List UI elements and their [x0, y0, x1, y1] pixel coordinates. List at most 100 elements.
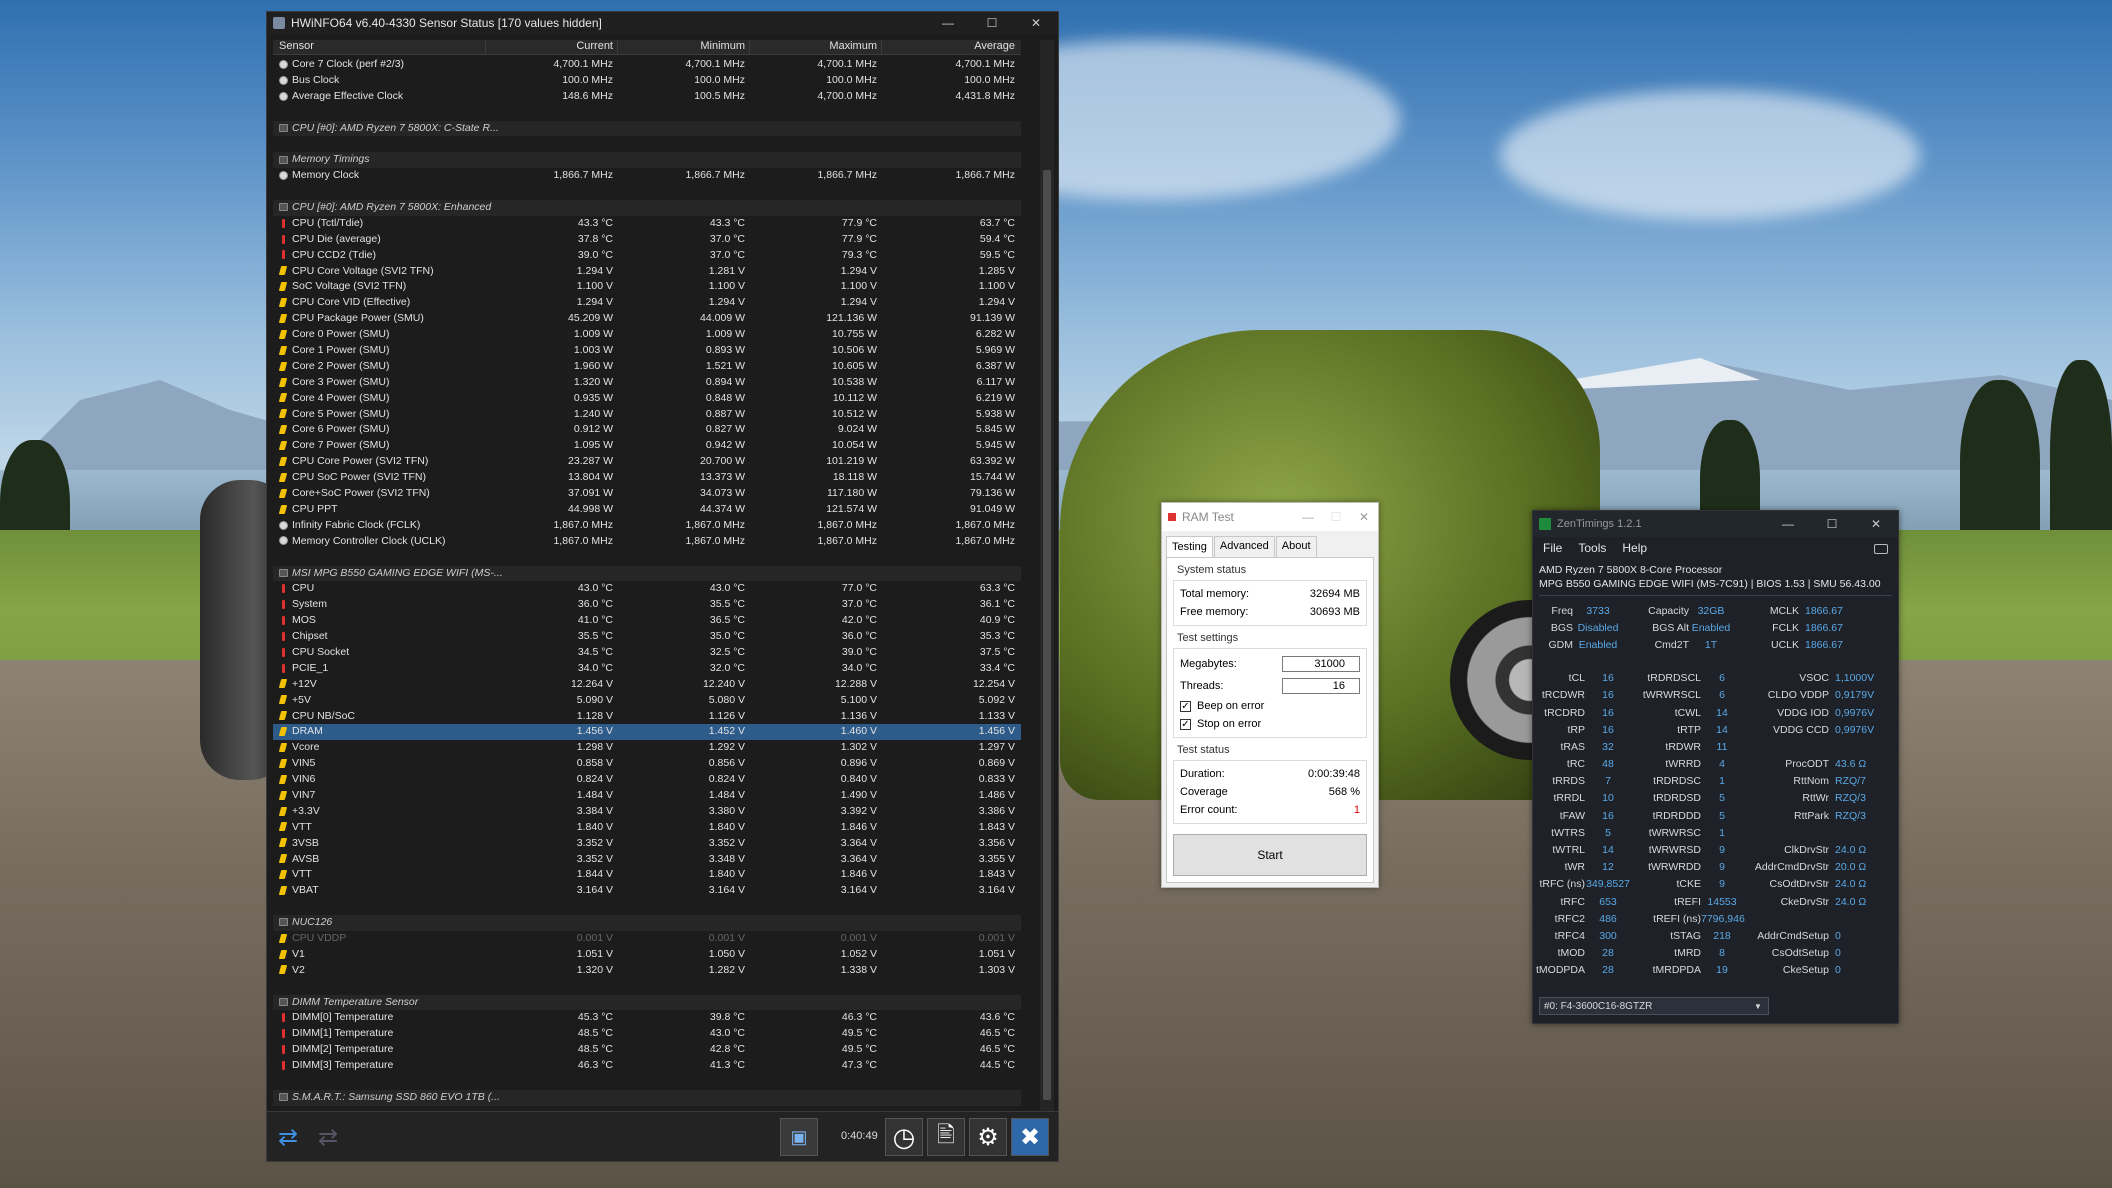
sensor-row[interactable]: +5V 5.090 V 5.080 V 5.100 V 5.092 V — [273, 693, 1021, 709]
maximum-value: 39.0 °C — [841, 645, 877, 658]
maximize-button[interactable]: ☐ — [970, 12, 1014, 34]
sensor-row[interactable]: CPU VDDP 0.001 V 0.001 V 0.001 V 0.001 V — [273, 931, 1021, 947]
threads-input[interactable]: 16 — [1282, 678, 1360, 694]
column-current[interactable]: Current — [485, 40, 617, 54]
sensor-row[interactable]: DIMM[0] Temperature 45.3 °C 39.8 °C 46.3 °C… — [273, 1010, 1021, 1026]
navigate-left-icon[interactable]: ⇄ — [269, 1118, 307, 1156]
sensor-row[interactable]: 3VSB 3.352 V 3.352 V 3.364 V 3.356 V — [273, 836, 1021, 852]
hwinfo-titlebar[interactable]: HWiNFO64 v6.40-4330 Sensor Status [170 v… — [267, 12, 1058, 34]
sensor-row[interactable]: Core+SoC Power (SVI2 TFN) 37.091 W 34.073 … — [273, 486, 1021, 502]
minimize-button[interactable]: — — [1766, 513, 1810, 535]
sensor-group-row[interactable]: DIMM Temperature Sensor — [273, 994, 1021, 1011]
sensor-row[interactable]: CPU Package Power (SMU) 45.209 W 44.009 W 1… — [273, 311, 1021, 327]
sensor-row[interactable]: Infinity Fabric Clock (FCLK) 1,867.0 MHz 1… — [273, 518, 1021, 534]
sensor-row[interactable]: Chipset 35.5 °C 35.0 °C 36.0 °C 35.3 °C — [273, 629, 1021, 645]
sensor-row[interactable]: Core 0 Power (SMU) 1.009 W 1.009 W 10.755 W… — [273, 327, 1021, 343]
sensor-row[interactable]: DIMM[3] Temperature 46.3 °C 41.3 °C 47.3 °C… — [273, 1058, 1021, 1074]
sensor-row[interactable]: CPU Core Power (SVI2 TFN) 23.287 W 20.700 … — [273, 454, 1021, 470]
sensor-row[interactable]: CPU PPT 44.998 W 44.374 W 121.574 W 91.049 W — [273, 502, 1021, 518]
sensor-row[interactable]: +12V 12.264 V 12.240 V 12.288 V 12.254 V — [273, 677, 1021, 693]
beep-checkbox[interactable]: ✓ — [1180, 700, 1191, 712]
sensor-row[interactable]: SoC Voltage (SVI2 TFN) 1.100 V 1.100 V 1.10… — [273, 279, 1021, 295]
maximize-button[interactable]: ☐ — [1322, 510, 1350, 524]
close-button[interactable]: ✕ — [1350, 510, 1378, 524]
sensor-row[interactable]: VIN6 0.824 V 0.824 V 0.840 V 0.833 V — [273, 772, 1021, 788]
column-sensor[interactable]: Sensor — [273, 40, 485, 54]
sensor-row[interactable]: VIN5 0.858 V 0.856 V 0.896 V 0.869 V — [273, 756, 1021, 772]
sensor-row[interactable]: CPU Core VID (Effective) 1.294 V 1.294 V 1.… — [273, 295, 1021, 311]
maximize-button[interactable]: ☐ — [1810, 513, 1854, 535]
minimize-button[interactable]: — — [1294, 510, 1322, 524]
close-sensors-icon[interactable]: ✖ — [1011, 1118, 1049, 1156]
sensor-row[interactable]: Memory Controller Clock (UCLK) 1,867.0 MH… — [273, 534, 1021, 550]
column-average[interactable]: Average — [881, 40, 1021, 54]
sensor-row[interactable]: V1 1.051 V 1.050 V 1.052 V 1.051 V — [273, 947, 1021, 963]
screenshot-icon[interactable] — [1874, 544, 1888, 554]
tab-testing[interactable]: Testing — [1166, 536, 1213, 557]
navigate-right-icon[interactable]: ⇄ — [309, 1118, 347, 1156]
sensor-row[interactable]: Average Effective Clock 148.6 MHz 100.5 MH… — [273, 89, 1021, 105]
sensor-row[interactable]: +3.3V 3.384 V 3.380 V 3.392 V 3.386 V — [273, 804, 1021, 820]
sensor-row[interactable]: AVSB 3.352 V 3.348 V 3.364 V 3.355 V — [273, 852, 1021, 868]
sensor-group-row[interactable]: CPU [#0]: AMD Ryzen 7 5800X: C-State R..… — [273, 120, 1021, 137]
sensor-row[interactable]: CPU Die (average) 37.8 °C 37.0 °C 77.9 °C 59… — [273, 232, 1021, 248]
sensor-row[interactable]: CPU 43.0 °C 43.0 °C 77.0 °C 63.3 °C — [273, 581, 1021, 597]
tab-about[interactable]: About — [1275, 536, 1317, 557]
column-maximum[interactable]: Maximum — [749, 40, 881, 54]
network-icon[interactable]: ▣ — [780, 1118, 818, 1156]
sensor-row[interactable]: CPU Socket 34.5 °C 32.5 °C 39.0 °C 37.5 °C — [273, 645, 1021, 661]
sensor-row[interactable]: VIN7 1.484 V 1.484 V 1.490 V 1.486 V — [273, 788, 1021, 804]
sensor-row[interactable]: Core 6 Power (SMU) 0.912 W 0.827 W 9.024 W 5… — [273, 422, 1021, 438]
sensor-row[interactable]: Vcore 1.298 V 1.292 V 1.302 V 1.297 V — [273, 740, 1021, 756]
start-button[interactable]: Start — [1173, 834, 1367, 876]
menu-help[interactable]: Help — [1622, 541, 1647, 555]
sensor-group-row[interactable]: NUC126 — [273, 915, 1021, 931]
sensor-row[interactable]: DIMM[1] Temperature 48.5 °C 43.0 °C 49.5 °C… — [273, 1026, 1021, 1042]
sensor-row[interactable]: CPU Core Voltage (SVI2 TFN) 1.294 V 1.281 … — [273, 264, 1021, 280]
sensor-row[interactable]: Bus Clock 100.0 MHz 100.0 MHz 100.0 MHz 100.… — [273, 73, 1021, 89]
sensor-row[interactable]: CPU (Tctl/Tdie) 43.3 °C 43.3 °C 77.9 °C 63.7… — [273, 216, 1021, 232]
sensor-row[interactable]: Core 7 Clock (perf #2/3) 4,700.1 MHz 4,700… — [273, 57, 1021, 73]
clock-icon[interactable]: ◷ — [885, 1118, 923, 1156]
sensor-row[interactable]: VTT 1.840 V 1.840 V 1.846 V 1.843 V — [273, 820, 1021, 836]
sensor-row[interactable]: V2 1.320 V 1.282 V 1.338 V 1.303 V — [273, 963, 1021, 979]
minimize-button[interactable]: — — [926, 12, 970, 34]
stop-checkbox[interactable]: ✓ — [1180, 718, 1191, 730]
sensor-row[interactable]: Memory Clock 1,866.7 MHz 1,866.7 MHz 1,866.… — [273, 168, 1021, 184]
sensor-row[interactable]: Core 1 Power (SMU) 1.003 W 0.893 W 10.506 W… — [273, 343, 1021, 359]
sensor-row[interactable]: CPU CCD2 (Tdie) 39.0 °C 37.0 °C 79.3 °C 59.5… — [273, 248, 1021, 264]
sensor-row[interactable]: Core 2 Power (SMU) 1.960 W 1.521 W 10.605 W… — [273, 359, 1021, 375]
sensor-group-row[interactable]: CPU [#0]: AMD Ryzen 7 5800X: Enhanced — [273, 200, 1021, 216]
ramtest-titlebar[interactable]: RAM Test — ☐ ✕ — [1162, 503, 1378, 531]
close-button[interactable]: ✕ — [1014, 12, 1058, 34]
module-select[interactable]: #0: F4-3600C16-8GTZR ▼ — [1539, 997, 1769, 1015]
sensor-row[interactable]: PCIE_1 34.0 °C 32.0 °C 34.0 °C 33.4 °C — [273, 661, 1021, 677]
sensor-row[interactable]: VBAT 3.164 V 3.164 V 3.164 V 3.164 V — [273, 883, 1021, 899]
sensor-row[interactable]: MOS 41.0 °C 36.5 °C 42.0 °C 40.9 °C — [273, 613, 1021, 629]
sensor-group-row[interactable]: Memory Timings — [273, 152, 1021, 169]
sensor-scrollbar[interactable] — [1040, 40, 1054, 1120]
megabytes-input[interactable]: 31000 — [1282, 656, 1360, 672]
sensor-row[interactable]: Core 5 Power (SMU) 1.240 W 0.887 W 10.512 W… — [273, 407, 1021, 423]
minimum-value: 43.0 °C — [709, 582, 745, 595]
settings-gear-icon[interactable]: ⚙ — [969, 1118, 1007, 1156]
sensor-row[interactable]: Core 3 Power (SMU) 1.320 W 0.894 W 10.538 W… — [273, 375, 1021, 391]
close-button[interactable]: ✕ — [1854, 513, 1898, 535]
column-minimum[interactable]: Minimum — [617, 40, 749, 54]
sensor-row[interactable]: CPU SoC Power (SVI2 TFN) 13.804 W 13.373 W… — [273, 470, 1021, 486]
sensor-row[interactable]: DRAM 1.456 V 1.452 V 1.460 V 1.456 V — [273, 724, 1021, 741]
sensor-row[interactable]: DIMM[2] Temperature 48.5 °C 42.8 °C 49.5 °C… — [273, 1042, 1021, 1058]
sensor-row[interactable]: VTT 1.844 V 1.840 V 1.846 V 1.843 V — [273, 867, 1021, 883]
sensor-row[interactable]: Core 4 Power (SMU) 0.935 W 0.848 W 10.112 W… — [273, 391, 1021, 407]
tab-advanced[interactable]: Advanced — [1213, 536, 1275, 557]
zentimings-titlebar[interactable]: ZenTimings 1.2.1 — ☐ ✕ — [1533, 511, 1898, 537]
report-icon[interactable]: 🖹 — [927, 1118, 965, 1156]
sensor-row[interactable]: Core 7 Power (SMU) 1.095 W 0.942 W 10.054 W… — [273, 438, 1021, 454]
menu-tools[interactable]: Tools — [1578, 541, 1606, 555]
sensor-group-row[interactable]: MSI MPG B550 GAMING EDGE WIFI (MS-... — [273, 565, 1021, 582]
scrollbar-thumb[interactable] — [1043, 170, 1051, 1100]
sensor-row[interactable]: CPU NB/SoC 1.128 V 1.126 V 1.136 V 1.133 V — [273, 709, 1021, 725]
sensor-row[interactable]: System 36.0 °C 35.5 °C 37.0 °C 36.1 °C — [273, 597, 1021, 613]
sensor-group-row[interactable]: S.M.A.R.T.: Samsung SSD 860 EVO 1TB (... — [273, 1089, 1021, 1106]
menu-file[interactable]: File — [1543, 541, 1562, 555]
